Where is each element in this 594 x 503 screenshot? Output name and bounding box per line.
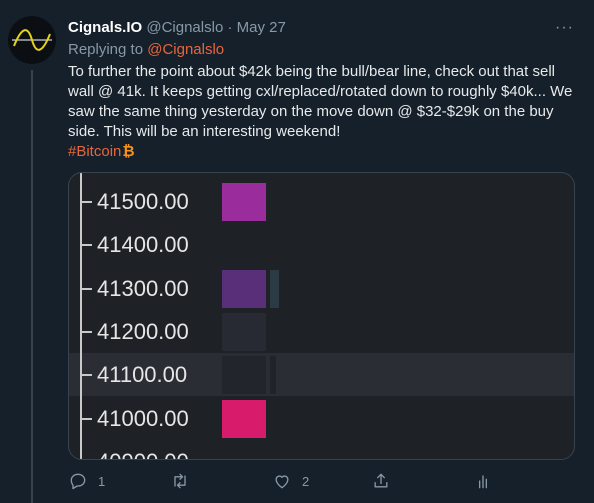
price-label: 41400.00 — [97, 232, 189, 257]
price-label: 41300.00 — [97, 276, 189, 301]
like-button[interactable]: 2 — [272, 466, 309, 496]
replying-to: Replying to @Cignalslo — [68, 40, 224, 60]
price-row: 41400.00 — [69, 223, 574, 266]
author-handle[interactable]: @Cignalslo — [146, 19, 223, 36]
price-label: 41500.00 — [97, 189, 189, 214]
like-count: 2 — [302, 473, 310, 489]
price-row-highlighted: 41100.00 — [69, 353, 574, 396]
reply-button[interactable]: 1 — [68, 466, 105, 496]
analytics-icon — [479, 475, 487, 489]
sell-wall-block — [222, 183, 266, 221]
heart-icon — [275, 475, 289, 489]
order-book-image[interactable]: 41500.00 41400.00 41300.00 41200.00 4110… — [68, 172, 575, 460]
price-row: 41500.00 — [69, 180, 574, 223]
tweet-body: To further the point about $42k being th… — [68, 63, 573, 140]
separator: · — [227, 19, 233, 36]
price-row: 41300.00 — [69, 267, 574, 310]
tweet-text: To further the point about $42k being th… — [68, 62, 578, 162]
cignals-logo-icon — [12, 29, 52, 51]
retweet-button[interactable] — [170, 466, 200, 496]
price-label: 40900.00 — [97, 447, 189, 459]
order-block — [222, 313, 266, 351]
share-button[interactable] — [371, 466, 391, 496]
price-axis — [80, 173, 82, 459]
price-row: 40900.00 — [69, 440, 574, 459]
avatar[interactable] — [8, 16, 56, 64]
author-name[interactable]: Cignals.IO — [68, 19, 142, 36]
retweet-icon — [174, 473, 186, 489]
more-options-icon[interactable]: ··· — [555, 18, 574, 38]
hashtag-link[interactable]: #Bitcoin — [68, 143, 121, 160]
tweet-date[interactable]: May 27 — [237, 19, 286, 36]
tweet-header: Cignals.IO @Cignalslo · May 27 ··· — [68, 18, 574, 38]
order-sliver — [270, 270, 279, 308]
tweet-actions: 1 2 — [68, 466, 508, 496]
reply-icon — [70, 473, 86, 490]
analytics-button[interactable] — [473, 466, 493, 496]
price-label: 41100.00 — [97, 362, 188, 387]
thread-line — [31, 70, 33, 503]
order-block — [222, 356, 266, 394]
bitcoin-icon: ₿ — [122, 143, 135, 160]
buy-wall-block — [222, 400, 266, 438]
price-row: 41000.00 — [69, 397, 574, 440]
price-row: 41200.00 — [69, 310, 574, 353]
price-label: 41200.00 — [97, 319, 189, 344]
replying-mention[interactable]: @Cignalslo — [147, 41, 224, 58]
replying-label: Replying to — [68, 41, 144, 58]
price-label: 41000.00 — [97, 406, 189, 431]
share-icon — [374, 473, 388, 488]
order-sliver — [270, 356, 276, 394]
reply-count: 1 — [98, 473, 106, 489]
order-block — [222, 270, 266, 308]
